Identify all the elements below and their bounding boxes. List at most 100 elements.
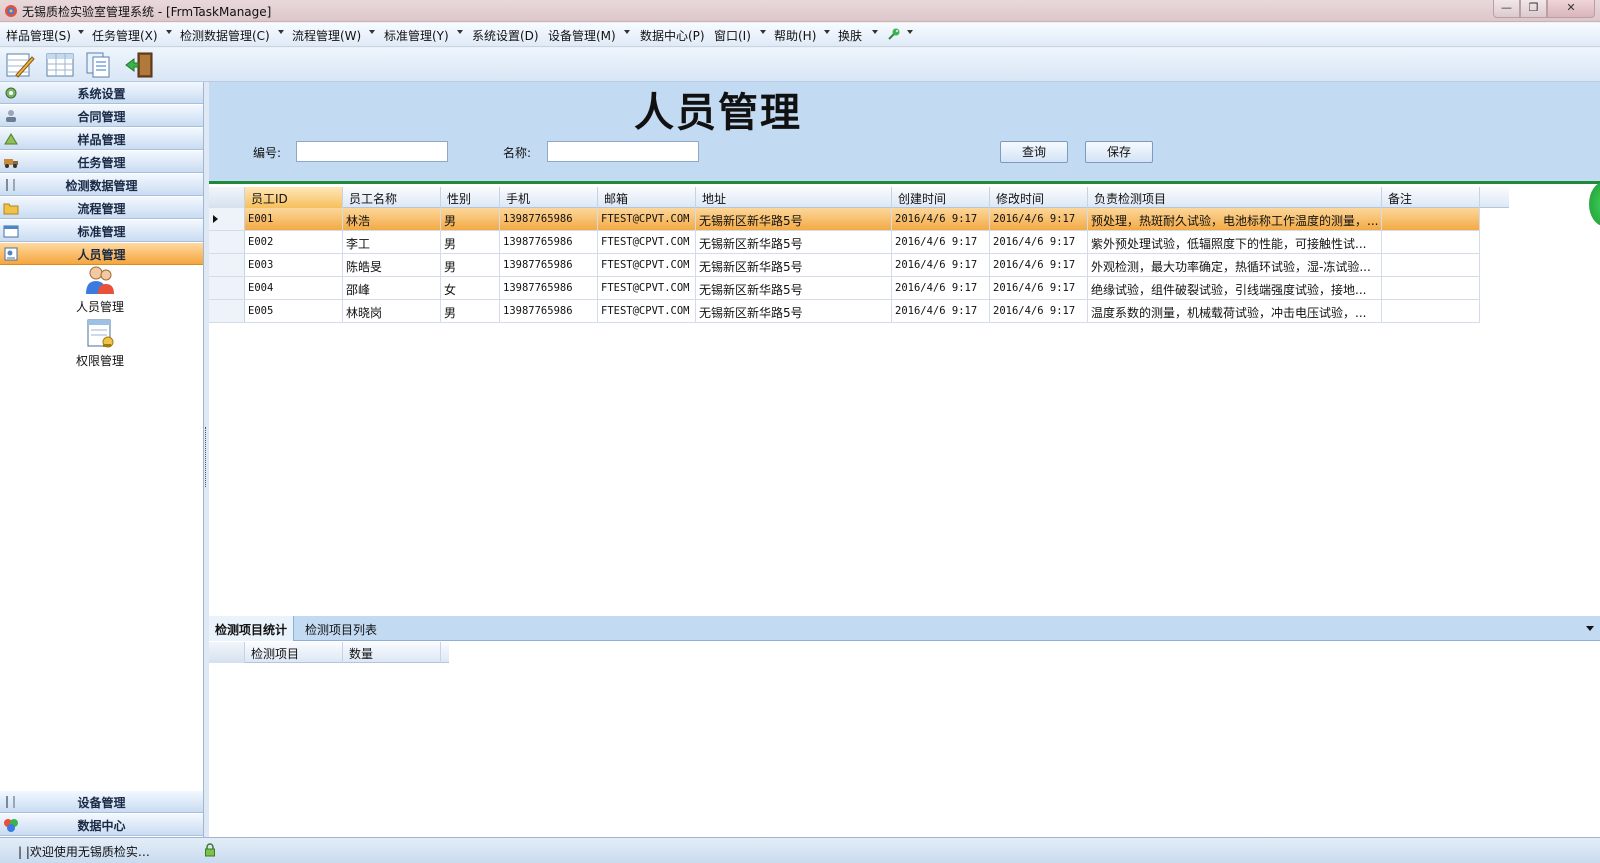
- nav-sample[interactable]: 样品管理: [0, 128, 203, 150]
- menu-sample[interactable]: 样品管理(S): [6, 27, 71, 44]
- table-icon[interactable]: [44, 51, 76, 79]
- nav-standard[interactable]: 标准管理: [0, 220, 203, 242]
- cell-projects[interactable]: 预处理，热斑耐久试验，电池标称工作温度的测量，...: [1088, 208, 1382, 230]
- menu-data-center[interactable]: 数据中心(P): [640, 27, 705, 44]
- row-header[interactable]: [209, 231, 245, 253]
- cell-note[interactable]: [1382, 254, 1480, 276]
- menu-standard[interactable]: 标准管理(Y): [384, 27, 449, 44]
- nav-personnel[interactable]: 人员管理: [0, 243, 203, 265]
- menu-system-settings[interactable]: 系统设置(D): [472, 27, 539, 44]
- cell-modified[interactable]: 2016/4/6 9:17: [990, 277, 1088, 299]
- col-header-id[interactable]: 员工ID: [245, 187, 343, 208]
- name-input[interactable]: [547, 141, 699, 162]
- menu-skin-arrow-icon[interactable]: [872, 30, 878, 34]
- exit-door-icon[interactable]: [124, 51, 156, 79]
- menu-workflow[interactable]: 流程管理(W): [292, 27, 361, 44]
- menu-workflow-arrow-icon[interactable]: [369, 30, 375, 34]
- cell-projects[interactable]: 紫外预处理试验，低辐照度下的性能，可接触性试...: [1088, 231, 1382, 253]
- cell-email[interactable]: FTEST@CPVT.COM: [598, 277, 696, 299]
- cell-address[interactable]: 无锡新区新华路5号: [696, 277, 892, 299]
- cell-modified[interactable]: 2016/4/6 9:17: [990, 300, 1088, 322]
- table-row[interactable]: E001 林浩 男 13987765986 FTEST@CPVT.COM 无锡新…: [209, 208, 1480, 231]
- cell-created[interactable]: 2016/4/6 9:17: [892, 208, 990, 230]
- nav-sub-personnel[interactable]: 人员管理: [60, 264, 140, 315]
- menu-equipment-arrow-icon[interactable]: [624, 30, 630, 34]
- cell-name[interactable]: 李工: [343, 231, 441, 253]
- row-header[interactable]: [209, 254, 245, 276]
- id-input[interactable]: [296, 141, 448, 162]
- table-row[interactable]: E003 陈皓旻 男 13987765986 FTEST@CPVT.COM 无锡…: [209, 254, 1480, 277]
- tab-test-stats[interactable]: 检测项目统计: [209, 616, 295, 641]
- col-header-projects[interactable]: 负责检测项目: [1088, 187, 1382, 208]
- copy-docs-icon[interactable]: [84, 51, 116, 79]
- save-button[interactable]: 保存: [1085, 141, 1153, 163]
- nav-sub-permissions[interactable]: 权限管理: [60, 318, 140, 369]
- side-panel-handle[interactable]: [1589, 182, 1600, 226]
- nav-contract[interactable]: 合同管理: [0, 105, 203, 127]
- cell-sex[interactable]: 女: [441, 277, 500, 299]
- cell-name[interactable]: 陈皓旻: [343, 254, 441, 276]
- cell-phone[interactable]: 13987765986: [500, 254, 598, 276]
- cell-created[interactable]: 2016/4/6 9:17: [892, 277, 990, 299]
- cell-sex[interactable]: 男: [441, 208, 500, 230]
- col-header-phone[interactable]: 手机: [500, 187, 598, 208]
- maximize-button[interactable]: ❐: [1520, 0, 1547, 18]
- cell-modified[interactable]: 2016/4/6 9:17: [990, 208, 1088, 230]
- cell-phone[interactable]: 13987765986: [500, 208, 598, 230]
- cell-note[interactable]: [1382, 300, 1480, 322]
- menu-window-arrow-icon[interactable]: [760, 30, 766, 34]
- cell-id[interactable]: E004: [245, 277, 343, 299]
- cell-projects[interactable]: 外观检测，最大功率确定，热循环试验，湿-冻试验...: [1088, 254, 1382, 276]
- cell-projects[interactable]: 绝缘试验，组件破裂试验，引线端强度试验，接地...: [1088, 277, 1382, 299]
- close-button[interactable]: ✕: [1547, 0, 1595, 18]
- chevron-down-icon[interactable]: [1586, 626, 1594, 631]
- cell-email[interactable]: FTEST@CPVT.COM: [598, 208, 696, 230]
- cell-phone[interactable]: 13987765986: [500, 277, 598, 299]
- tab-test-list[interactable]: 检测项目列表: [299, 616, 383, 641]
- cell-id[interactable]: E001: [245, 208, 343, 230]
- menu-sample-arrow-icon[interactable]: [78, 30, 84, 34]
- col-header-name[interactable]: 员工名称: [343, 187, 441, 208]
- cell-sex[interactable]: 男: [441, 254, 500, 276]
- grid-corner[interactable]: [209, 187, 245, 208]
- nav-test-data[interactable]: 检测数据管理: [0, 174, 203, 196]
- cell-address[interactable]: 无锡新区新华路5号: [696, 254, 892, 276]
- menu-standard-arrow-icon[interactable]: [457, 30, 463, 34]
- nav-system-settings[interactable]: 系统设置: [0, 82, 203, 104]
- table-row[interactable]: E005 林晓岗 男 13987765986 FTEST@CPVT.COM 无锡…: [209, 300, 1480, 323]
- row-header[interactable]: [209, 300, 245, 322]
- cell-phone[interactable]: 13987765986: [500, 231, 598, 253]
- cell-email[interactable]: FTEST@CPVT.COM: [598, 254, 696, 276]
- cell-modified[interactable]: 2016/4/6 9:17: [990, 231, 1088, 253]
- col-header-count[interactable]: 数量: [343, 642, 441, 663]
- cell-created[interactable]: 2016/4/6 9:17: [892, 300, 990, 322]
- cell-modified[interactable]: 2016/4/6 9:17: [990, 254, 1088, 276]
- edit-sheet-icon[interactable]: [4, 51, 36, 79]
- nav-data-center[interactable]: 数据中心: [0, 814, 203, 836]
- cell-sex[interactable]: 男: [441, 300, 500, 322]
- menu-equipment[interactable]: 设备管理(M): [548, 27, 616, 44]
- cell-id[interactable]: E005: [245, 300, 343, 322]
- cell-id[interactable]: E003: [245, 254, 343, 276]
- menu-test-data[interactable]: 检测数据管理(C): [180, 27, 270, 44]
- col-header-note[interactable]: 备注: [1382, 187, 1480, 208]
- cell-email[interactable]: FTEST@CPVT.COM: [598, 231, 696, 253]
- cell-note[interactable]: [1382, 231, 1480, 253]
- minimize-button[interactable]: —: [1493, 0, 1520, 18]
- cell-created[interactable]: 2016/4/6 9:17: [892, 231, 990, 253]
- cell-name[interactable]: 林浩: [343, 208, 441, 230]
- grid-corner[interactable]: [209, 642, 245, 663]
- query-button[interactable]: 查询: [1000, 141, 1068, 163]
- plugin-icon[interactable]: [886, 26, 902, 42]
- cell-id[interactable]: E002: [245, 231, 343, 253]
- table-row[interactable]: E004 邵峰 女 13987765986 FTEST@CPVT.COM 无锡新…: [209, 277, 1480, 300]
- cell-name[interactable]: 林晓岗: [343, 300, 441, 322]
- cell-projects[interactable]: 温度系数的测量，机械载荷试验，冲击电压试验，...: [1088, 300, 1382, 322]
- cell-sex[interactable]: 男: [441, 231, 500, 253]
- nav-equipment[interactable]: 设备管理: [0, 791, 203, 813]
- menu-plugin-arrow-icon[interactable]: [907, 30, 913, 34]
- col-header-modified[interactable]: 修改时间: [990, 187, 1088, 208]
- menu-task[interactable]: 任务管理(X): [92, 27, 158, 44]
- row-header[interactable]: [209, 277, 245, 299]
- menu-window[interactable]: 窗口(I): [714, 27, 751, 44]
